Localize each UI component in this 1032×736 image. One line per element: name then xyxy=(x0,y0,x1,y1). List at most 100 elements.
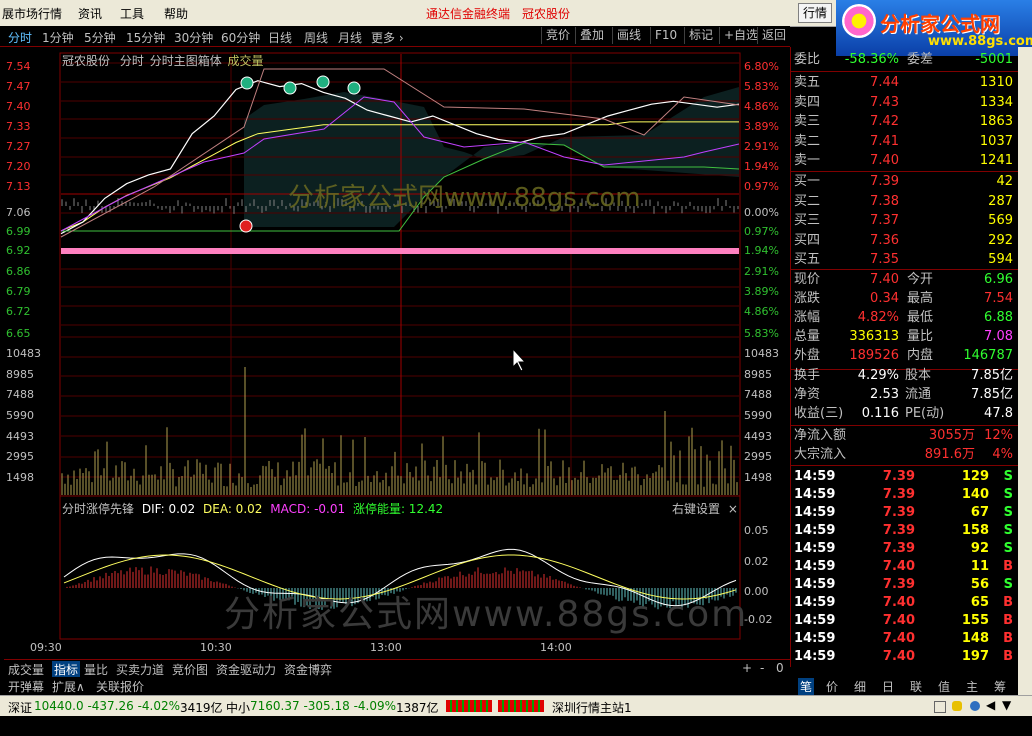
tab-daily[interactable]: 日线 xyxy=(268,29,292,46)
volume-tick-left: 1498 xyxy=(6,471,34,484)
ask-row: 卖五 7.44 1310 xyxy=(791,74,1017,92)
right-tab[interactable]: 细 xyxy=(854,678,866,695)
period-toolbar: 分时 1分钟 5分钟 15分钟 30分钟 60分钟 日线 周线 月线 更多 › … xyxy=(0,26,790,47)
flow-value: 891.6万 xyxy=(924,447,975,462)
zoom-reset-button[interactable]: 0 xyxy=(776,661,784,675)
related-quote-button[interactable]: 关联报价 xyxy=(96,678,144,695)
tick-price: 7.40 xyxy=(882,559,915,574)
fundamental-label: 净资 xyxy=(794,387,821,402)
sz-label: 深证 xyxy=(8,701,33,715)
flow-value: 3055万 xyxy=(928,428,975,443)
right-tab[interactable]: 主 xyxy=(966,678,978,695)
lock-icon[interactable] xyxy=(952,701,962,711)
back-button[interactable]: 返回 xyxy=(757,27,786,44)
tick-price: 7.39 xyxy=(882,577,915,592)
close-icon[interactable]: × xyxy=(728,502,738,516)
tick-row: 14:59 7.39 67 S xyxy=(791,504,1017,522)
intraday-chart[interactable] xyxy=(4,47,790,659)
price-tick-left: 7.33 xyxy=(6,120,31,133)
expand-button[interactable]: 扩展∧ xyxy=(52,678,85,695)
menu-help[interactable]: 帮助 xyxy=(164,5,188,22)
add-watchlist-button[interactable]: +自选 xyxy=(719,27,758,44)
f10-button[interactable]: F10 xyxy=(650,27,677,44)
tick-volume: 148 xyxy=(961,631,989,646)
price-tick-left: 6.99 xyxy=(6,225,31,238)
chart-area[interactable]: 冠农股份 分时 分时主图箱体 成交量 分析家公式网www.88gs.com 分析… xyxy=(4,47,790,659)
bid-price: 7.35 xyxy=(870,252,899,267)
macd-header: 分时涨停先锋 DIF: 0.02 DEA: 0.02 MACD: -0.01 涨… xyxy=(62,500,443,517)
fundamental-row: 换手 4.29% 股本 7.85亿 xyxy=(791,367,1017,385)
ask-price: 7.43 xyxy=(870,94,899,110)
speaker-icon[interactable]: ◀ xyxy=(986,698,995,712)
right-tab[interactable]: 笔 xyxy=(798,678,815,695)
macd-settings-label[interactable]: 右键设置 xyxy=(672,502,720,516)
signal-marker xyxy=(240,76,254,90)
tab-60min[interactable]: 60分钟 xyxy=(221,29,260,46)
tab-30min[interactable]: 30分钟 xyxy=(174,29,213,46)
right-tab[interactable]: 联 xyxy=(910,678,922,695)
danmaku-button[interactable]: 开弹幕 xyxy=(8,678,44,695)
right-tabs: 笔价细日联值主筹 xyxy=(790,678,1018,695)
order-diff-value: -5001 xyxy=(975,52,1013,67)
globe-icon[interactable] xyxy=(970,701,980,711)
right-tab[interactable]: 值 xyxy=(938,678,950,695)
bid-label: 买三 xyxy=(794,213,821,228)
quote-label: 量比 xyxy=(907,329,934,344)
pct-tick-right: 1.94% xyxy=(744,160,779,173)
right-tab[interactable]: 价 xyxy=(826,678,838,695)
window-icon[interactable] xyxy=(934,701,946,713)
volume-tick-left: 7488 xyxy=(6,388,34,401)
tab-fund-drive[interactable]: 资金驱动力 xyxy=(216,661,276,678)
price-tick-left: 7.40 xyxy=(6,100,31,113)
tab-1min[interactable]: 1分钟 xyxy=(42,29,74,46)
pct-tick-right: 0.00% xyxy=(744,206,779,219)
auction-button[interactable]: 竞价 xyxy=(541,27,570,44)
pct-tick-right: 6.80% xyxy=(744,60,779,73)
tab-more[interactable]: 更多 › xyxy=(371,29,404,46)
volume-tick-left: 2995 xyxy=(6,450,34,463)
tab-15min[interactable]: 15分钟 xyxy=(126,29,165,46)
mark-button[interactable]: 标记 xyxy=(684,27,713,44)
tab-weekly[interactable]: 周线 xyxy=(304,29,328,46)
quote-label: 涨幅 xyxy=(794,310,821,325)
menu-market[interactable]: 展市场行情 xyxy=(2,5,62,22)
tab-indicator[interactable]: 指标 xyxy=(52,661,81,678)
overlay-button[interactable]: 叠加 xyxy=(575,27,604,44)
volume-tick-right: 8985 xyxy=(744,368,772,381)
ask-volume: 1310 xyxy=(979,75,1013,90)
right-scrollbar[interactable] xyxy=(1018,47,1032,695)
zoom-in-button[interactable]: + xyxy=(742,661,752,675)
ask-row: 卖四 7.43 1334 xyxy=(791,94,1017,112)
zx-amount: 1387亿 xyxy=(396,701,439,715)
right-tab[interactable]: 筹 xyxy=(994,678,1006,695)
bid-row: 买四 7.36 292 xyxy=(791,232,1017,250)
tick-row: 14:59 7.40 148 B xyxy=(791,630,1017,648)
order-ratio-value: -58.36% xyxy=(844,52,899,67)
chart-header: 冠农股份 分时 分时主图箱体 成交量 xyxy=(62,52,264,69)
ask-price: 7.41 xyxy=(870,133,899,149)
quote-button[interactable]: 行情 xyxy=(798,3,832,23)
draw-button[interactable]: 画线 xyxy=(612,27,641,44)
zoom-out-button[interactable]: - xyxy=(760,661,764,675)
tick-volume: 197 xyxy=(961,649,989,664)
tab-5min[interactable]: 5分钟 xyxy=(84,29,116,46)
macd-tick: 0.05 xyxy=(744,524,769,537)
bid-label: 买五 xyxy=(794,252,821,267)
menu-news[interactable]: 资讯 xyxy=(78,5,102,22)
tab-fund-game[interactable]: 资金博弈 xyxy=(284,661,332,678)
bid-label: 买二 xyxy=(794,193,821,209)
tab-volume[interactable]: 成交量 xyxy=(8,661,44,678)
fundamental-value: 7.85亿 xyxy=(971,387,1013,402)
menu-tools[interactable]: 工具 xyxy=(120,5,144,22)
macd-settings[interactable]: 右键设置 × xyxy=(672,500,738,517)
tab-monthly[interactable]: 月线 xyxy=(338,29,362,46)
arrow-down-icon[interactable]: ▼ xyxy=(1002,698,1011,712)
tab-auction-chart[interactable]: 竞价图 xyxy=(172,661,208,678)
tick-time: 14:59 xyxy=(794,559,836,574)
tab-fenshi[interactable]: 分时 xyxy=(8,29,32,46)
volume-tick-left: 4493 xyxy=(6,430,34,443)
fundamental-row: 收益(三) 0.116 PE(动) 47.8 xyxy=(791,405,1017,423)
tab-volume-ratio[interactable]: 量比 xyxy=(84,661,108,678)
right-tab[interactable]: 日 xyxy=(882,678,894,695)
tab-buy-sell-force[interactable]: 买卖力道 xyxy=(116,661,164,678)
